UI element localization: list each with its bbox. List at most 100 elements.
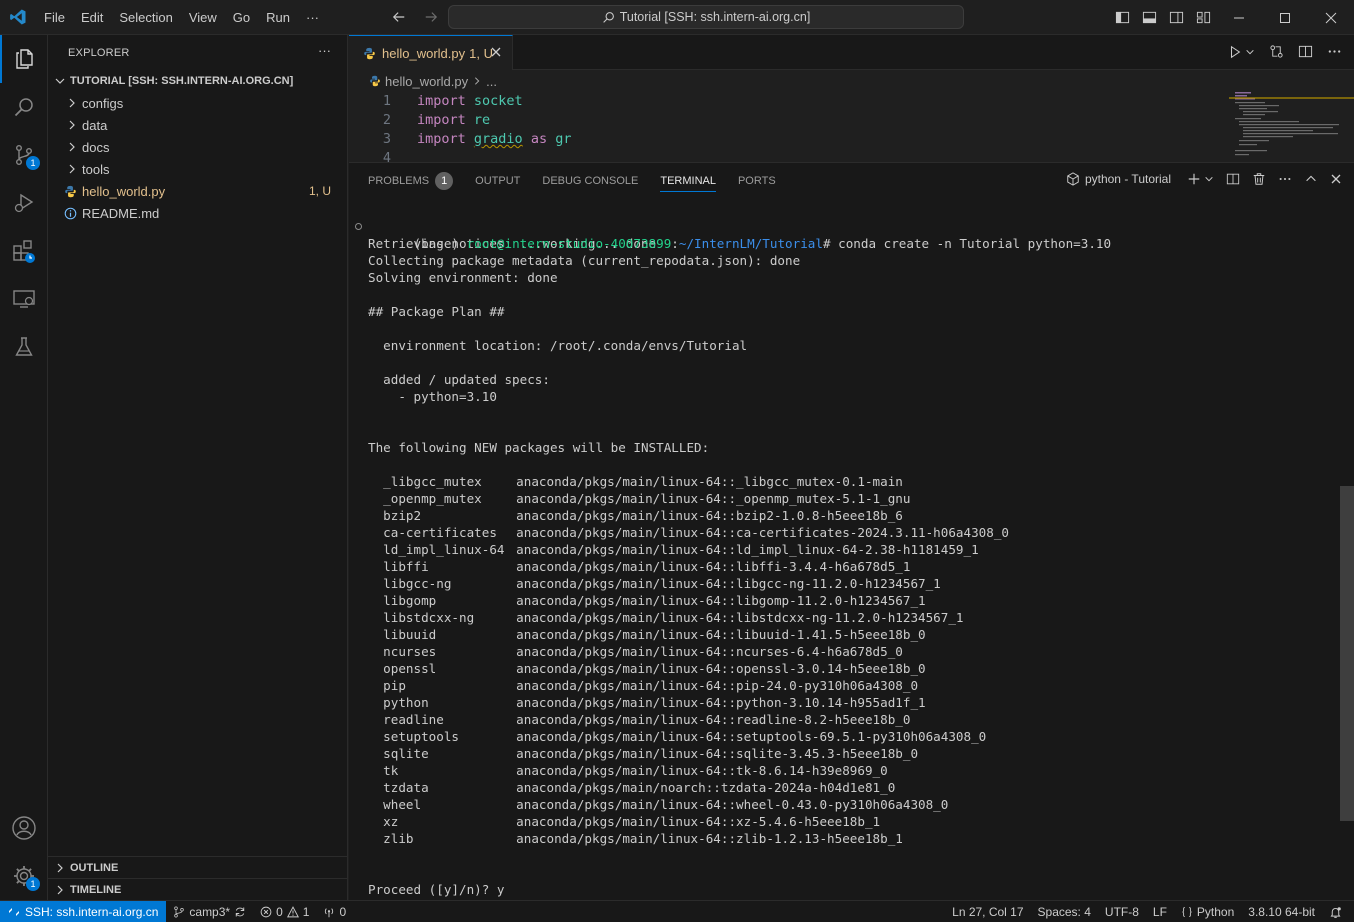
minimize-icon[interactable] xyxy=(1216,0,1262,35)
notifications-bell[interactable] xyxy=(1322,901,1354,922)
line-number: 3 xyxy=(382,131,391,147)
testing-flask-icon[interactable] xyxy=(0,323,48,371)
branch-indicator[interactable]: camp3* xyxy=(166,901,253,922)
extensions-icon[interactable] xyxy=(0,227,48,275)
run-debug-icon[interactable] xyxy=(0,179,48,227)
close-icon[interactable] xyxy=(490,46,502,58)
tab-terminal[interactable]: TERMINAL xyxy=(660,163,716,198)
tab-hello-world[interactable]: hello_world.py 1, U xyxy=(349,35,513,70)
close-window-icon[interactable] xyxy=(1308,0,1354,35)
toggle-secondary-sidebar-icon[interactable] xyxy=(1168,9,1185,26)
menu-more[interactable]: ··· xyxy=(298,0,327,35)
source-control-icon[interactable]: 1 xyxy=(0,131,48,179)
remote-explorer-icon[interactable] xyxy=(0,275,48,323)
terminal-output[interactable]: (base) root@intern-studio-40073899:~/Int… xyxy=(355,218,1338,898)
cursor-position[interactable]: Ln 27, Col 17 xyxy=(945,901,1030,922)
keyword: import xyxy=(417,131,466,147)
tab-output[interactable]: OUTPUT xyxy=(475,163,520,198)
maximize-panel-icon[interactable] xyxy=(1304,172,1318,186)
customize-layout-icon[interactable] xyxy=(1195,9,1212,26)
terminal-scrollbar[interactable] xyxy=(1340,486,1354,821)
menu-file[interactable]: File xyxy=(36,0,73,35)
terminal-selector[interactable]: python - Tutorial xyxy=(1066,172,1171,186)
problems-indicator[interactable]: 0 1 xyxy=(253,901,316,922)
tab-problems[interactable]: PROBLEMS 1 xyxy=(368,163,454,198)
chevron-right-icon xyxy=(52,884,68,896)
breadcrumb-more[interactable]: ... xyxy=(486,74,497,89)
explorer-icon[interactable] xyxy=(0,35,48,83)
terminal-line: The following NEW packages will be INSTA… xyxy=(368,440,710,455)
package-source: anaconda/pkgs/main/linux-64::ncurses-6.4… xyxy=(516,644,903,659)
python-file-icon xyxy=(363,47,376,60)
tree-item-label: docs xyxy=(82,139,110,155)
split-terminal-icon[interactable] xyxy=(1226,172,1240,186)
menu-selection[interactable]: Selection xyxy=(111,0,180,35)
package-name: tzdata xyxy=(383,780,429,795)
new-terminal-icon[interactable] xyxy=(1187,172,1214,186)
outline-section[interactable]: OUTLINE xyxy=(48,856,347,878)
code-editor[interactable]: 1 import socket 2 import re 3 import gra… xyxy=(349,92,1229,162)
tree-file-hello-world[interactable]: hello_world.py 1, U xyxy=(48,180,347,202)
tree-folder-docs[interactable]: docs xyxy=(48,136,347,158)
split-editor-icon[interactable] xyxy=(1298,44,1313,59)
close-panel-icon[interactable] xyxy=(1330,173,1342,185)
menu-go[interactable]: Go xyxy=(225,0,258,35)
explorer-more-button[interactable]: ··· xyxy=(318,43,331,58)
tab-debug-console[interactable]: DEBUG CONSOLE xyxy=(542,163,638,198)
encoding[interactable]: UTF-8 xyxy=(1098,901,1146,922)
python-file-icon xyxy=(369,75,381,87)
menu-view[interactable]: View xyxy=(181,0,225,35)
account-icon[interactable] xyxy=(0,804,48,852)
run-file-icon[interactable] xyxy=(1228,45,1255,59)
back-arrow-icon[interactable] xyxy=(390,8,408,26)
trash-icon[interactable] xyxy=(1252,172,1266,186)
ports-indicator[interactable]: 0 xyxy=(316,901,353,922)
tab-ports[interactable]: PORTS xyxy=(738,163,776,198)
settings-badge: 1 xyxy=(26,877,40,891)
tree-folder-configs[interactable]: configs xyxy=(48,92,347,114)
workspace-root[interactable]: TUTORIAL [SSH: SSH.INTERN-AI.ORG.CN] xyxy=(48,70,347,92)
timeline-label: TIMELINE xyxy=(70,883,122,896)
search-activity-icon[interactable] xyxy=(0,83,48,131)
package-source: anaconda/pkgs/main/linux-64::ca-certific… xyxy=(516,525,1010,540)
timeline-section[interactable]: TIMELINE xyxy=(48,878,347,900)
remote-label: SSH: ssh.intern-ai.org.cn xyxy=(25,904,159,919)
prompt-separator: : xyxy=(671,236,679,251)
scm-badge: 1 xyxy=(26,156,40,170)
tree-file-readme[interactable]: README.md xyxy=(48,202,347,224)
breadcrumb-file[interactable]: hello_world.py xyxy=(385,74,468,89)
package-source: anaconda/pkgs/main/linux-64::pip-24.0-py… xyxy=(516,678,919,693)
settings-gear-icon[interactable]: 1 xyxy=(0,852,48,900)
breadcrumb: hello_world.py ... xyxy=(349,70,1354,92)
package-row: libstdcxx-ng anaconda/pkgs/main/linux-64:… xyxy=(368,609,1338,626)
tree-folder-tools[interactable]: tools xyxy=(48,158,347,180)
package-name: python xyxy=(383,695,429,710)
remote-indicator[interactable]: SSH: ssh.intern-ai.org.cn xyxy=(0,900,167,922)
info-icon xyxy=(62,205,78,221)
language-mode[interactable]: Python xyxy=(1174,901,1241,922)
toggle-panel-icon[interactable] xyxy=(1141,9,1158,26)
python-interpreter[interactable]: 3.8.10 64-bit xyxy=(1241,901,1322,922)
more-actions-icon[interactable] xyxy=(1278,172,1292,186)
menu-run[interactable]: Run xyxy=(258,0,298,35)
package-source: anaconda/pkgs/main/linux-64::libuuid-1.4… xyxy=(516,627,926,642)
problems-count-badge: 1 xyxy=(435,171,454,190)
more-actions-icon[interactable] xyxy=(1327,44,1342,59)
indentation[interactable]: Spaces: 4 xyxy=(1031,901,1098,922)
prompt-env: (base) xyxy=(413,236,467,251)
vscode-logo-icon xyxy=(0,0,36,35)
terminal-name: python - Tutorial xyxy=(1084,172,1171,186)
tree-folder-data[interactable]: data xyxy=(48,114,347,136)
package-row: _openmp_mutex anaconda/pkgs/main/linux-64… xyxy=(368,490,1338,507)
compare-changes-icon[interactable] xyxy=(1269,44,1284,59)
keyword: as xyxy=(530,131,548,147)
maximize-icon[interactable] xyxy=(1262,0,1308,35)
toggle-sidebar-icon[interactable] xyxy=(1114,9,1131,26)
minimap[interactable] xyxy=(1229,92,1354,162)
command-center[interactable]: Tutorial [SSH: ssh.intern-ai.org.cn] xyxy=(448,5,964,29)
forward-arrow-icon[interactable] xyxy=(422,8,440,26)
end-of-line[interactable]: LF xyxy=(1146,901,1174,922)
menu-edit[interactable]: Edit xyxy=(73,0,111,35)
